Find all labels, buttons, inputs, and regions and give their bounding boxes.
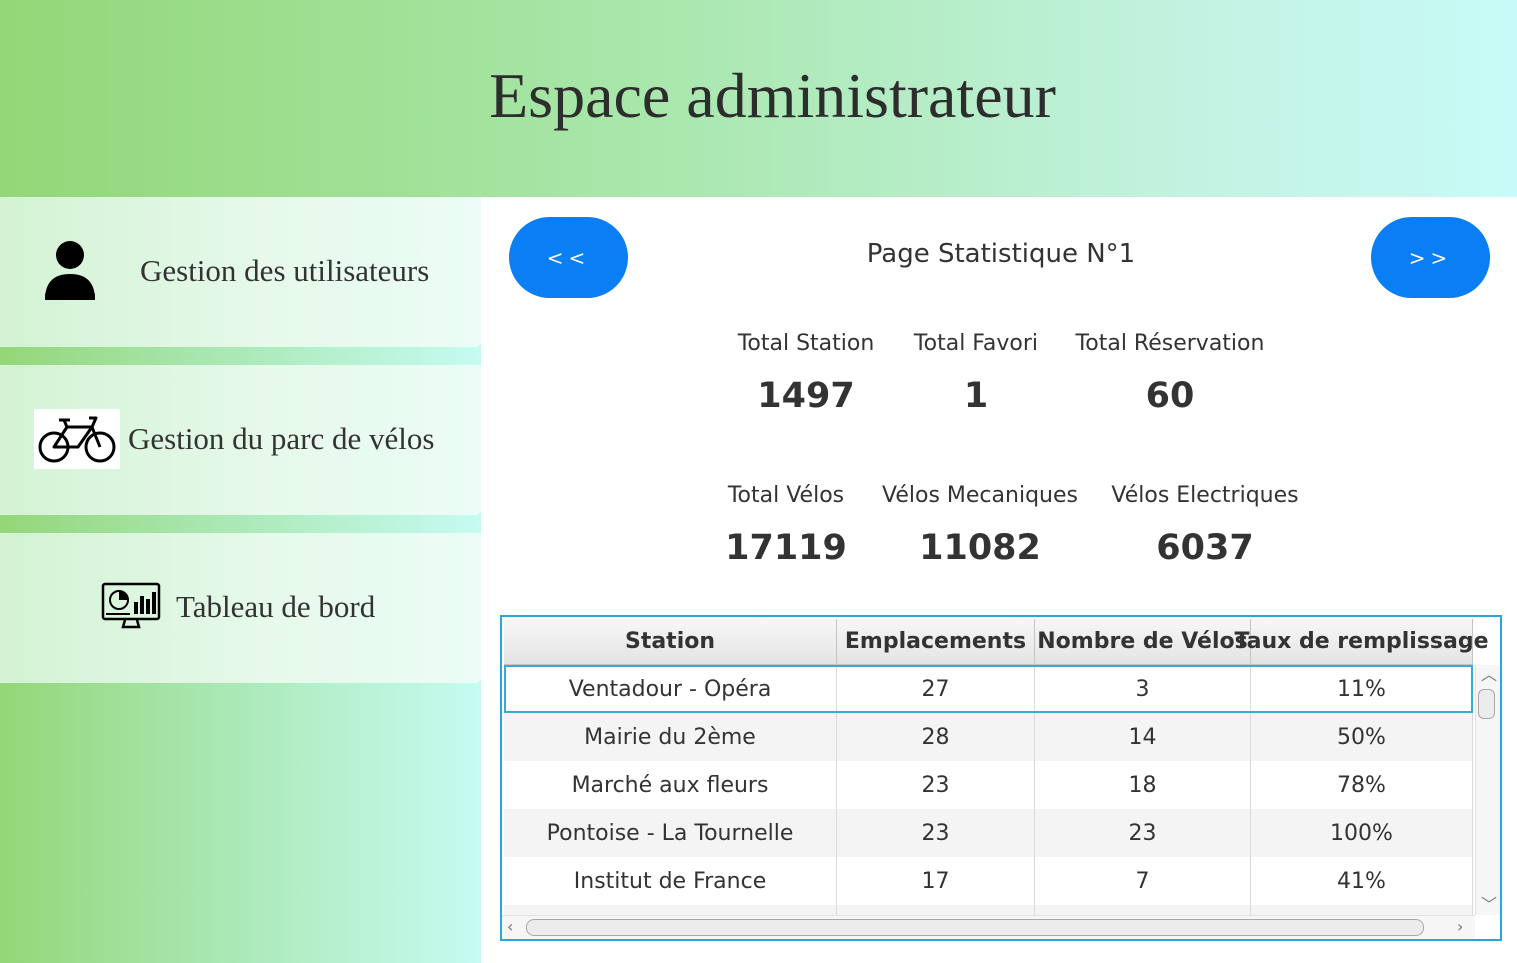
stat-velos-electriques: Vélos Electriques 6037 <box>1105 483 1305 568</box>
cell-emplacements: 17 <box>837 857 1035 905</box>
table-row[interactable]: Marché aux fleurs 23 18 78% <box>504 761 1473 809</box>
cell-taux-remplissage: 41% <box>1251 857 1473 905</box>
column-header-emplacements[interactable]: Emplacements <box>837 619 1035 664</box>
cell-nombre-velos <box>1035 905 1251 915</box>
table-row[interactable]: Ventadour - Opéra 27 3 11% <box>504 665 1473 713</box>
main-panel: << Page Statistique N°1 >> Total Station… <box>481 197 1517 963</box>
cell-emplacements: 28 <box>837 713 1035 761</box>
stat-velos-mecaniques: Vélos Mecaniques 11082 <box>875 483 1085 568</box>
sidebar-item-label: Gestion des utilisateurs <box>140 253 430 288</box>
table-row[interactable]: Institut de France 17 7 41% <box>504 857 1473 905</box>
stat-label: Total Vélos <box>727 483 845 508</box>
cell-emplacements <box>837 905 1035 915</box>
stat-label: Total Réservation <box>1075 331 1265 356</box>
cell-nombre-velos: 23 <box>1035 809 1251 857</box>
cell-station: Pontoise - La Tournelle <box>504 809 837 857</box>
cell-emplacements: 23 <box>837 761 1035 809</box>
stat-total-velos: Total Vélos 17119 <box>711 483 861 568</box>
scroll-up-icon[interactable]: ︿ <box>1481 667 1497 683</box>
user-icon <box>43 240 97 302</box>
table-row[interactable]: Mairie du 2ème 28 14 50% <box>504 713 1473 761</box>
sidebar-item-dashboard[interactable]: Tableau de bord <box>0 533 481 683</box>
stat-label: Total Favori <box>913 331 1039 356</box>
sidebar-item-bikes[interactable]: Gestion du parc de vélos <box>0 365 481 515</box>
cell-taux-remplissage: 11% <box>1251 665 1473 713</box>
cell-taux-remplissage: 100% <box>1251 809 1473 857</box>
sidebar-item-label: Tableau de bord <box>176 589 376 624</box>
table-row[interactable]: Pontoise - La Tournelle 23 23 100% <box>504 809 1473 857</box>
stat-total-reservation: Total Réservation 60 <box>1070 331 1270 416</box>
page-title: Espace administrateur <box>489 59 1056 131</box>
cell-taux-remplissage: 78% <box>1251 761 1473 809</box>
stat-value: 60 <box>1145 376 1195 416</box>
scroll-right-icon[interactable]: › <box>1457 919 1463 935</box>
stat-value: 1 <box>963 376 989 416</box>
column-header-nombre-velos[interactable]: Nombre de Vélos <box>1035 619 1251 664</box>
cell-nombre-velos: 3 <box>1035 665 1251 713</box>
bicycle-icon <box>34 409 120 469</box>
sidebar-item-users[interactable]: Gestion des utilisateurs <box>0 197 481 347</box>
next-page-button[interactable]: >> <box>1371 217 1490 298</box>
cell-emplacements: 27 <box>837 665 1035 713</box>
cell-station: Mairie du 2ème <box>504 713 837 761</box>
cell-nombre-velos: 18 <box>1035 761 1251 809</box>
stat-value: 1497 <box>757 376 855 416</box>
stat-value: 6037 <box>1156 528 1254 568</box>
previous-page-button[interactable]: << <box>509 217 628 298</box>
scroll-left-icon[interactable]: ‹ <box>507 919 513 935</box>
cell-emplacements: 23 <box>837 809 1035 857</box>
stat-label: Vélos Electriques <box>1111 483 1299 508</box>
sidebar-item-label: Gestion du parc de vélos <box>128 421 435 456</box>
horizontal-scrollbar-thumb[interactable] <box>526 919 1424 936</box>
cell-taux-remplissage <box>1251 905 1473 915</box>
stat-total-favori: Total Favori 1 <box>901 331 1051 416</box>
stat-label: Vélos Mecaniques <box>882 483 1078 508</box>
stat-value: 11082 <box>919 528 1041 568</box>
cell-taux-remplissage: 50% <box>1251 713 1473 761</box>
stat-label: Total Station <box>737 331 875 356</box>
cell-station: Institut de France <box>504 857 837 905</box>
scroll-down-icon[interactable]: ﹀ <box>1481 897 1497 913</box>
vertical-scrollbar-thumb[interactable] <box>1478 689 1495 719</box>
statistics-page-title: Page Statistique N°1 <box>866 239 1136 269</box>
stations-table[interactable]: Station Emplacements Nombre de Vélos Tau… <box>500 615 1502 941</box>
table-row <box>504 905 1473 915</box>
cell-station: Ventadour - Opéra <box>504 665 837 713</box>
cell-nombre-velos: 7 <box>1035 857 1251 905</box>
cell-station: Marché aux fleurs <box>504 761 837 809</box>
header-banner: Espace administrateur <box>0 0 1517 197</box>
cell-station <box>504 905 837 915</box>
dashboard-monitor-icon <box>101 582 161 630</box>
column-header-station[interactable]: Station <box>504 619 837 664</box>
stat-value: 17119 <box>725 528 847 568</box>
column-header-taux-remplissage[interactable]: Taux de remplissage <box>1234 619 1489 664</box>
sidebar: Gestion des utilisateurs Gestion du parc… <box>0 197 481 963</box>
table-header-row: Station Emplacements Nombre de Vélos Tau… <box>504 619 1489 665</box>
cell-nombre-velos: 14 <box>1035 713 1251 761</box>
stat-total-station: Total Station 1497 <box>731 331 881 416</box>
